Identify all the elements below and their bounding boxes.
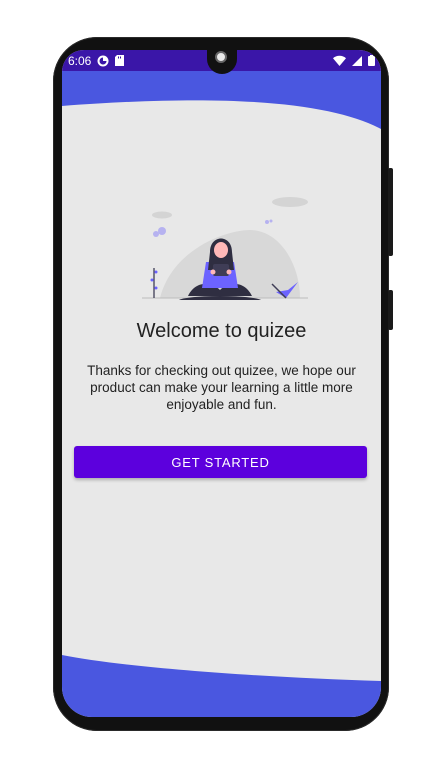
power-button: [388, 290, 393, 330]
top-wave: [62, 71, 381, 129]
get-started-button[interactable]: GET STARTED: [74, 446, 367, 478]
status-time: 6:06: [68, 53, 92, 68]
signal-icon: [352, 55, 362, 66]
wifi-icon: [333, 55, 346, 66]
app-screen: 6:06 Welcome to quizee Thanks for checki…: [62, 50, 381, 717]
girl-reading-illustration: [142, 197, 308, 300]
battery-icon: [368, 55, 375, 66]
sync-icon: [97, 55, 109, 67]
welcome-message: Thanks for checking out quizee, we hope …: [87, 363, 356, 412]
front-camera: [215, 51, 227, 63]
bottom-wave: [62, 655, 381, 717]
volume-button: [388, 168, 393, 256]
welcome-title: Welcome to quizee: [136, 320, 307, 342]
sd-card-icon: [115, 55, 125, 66]
